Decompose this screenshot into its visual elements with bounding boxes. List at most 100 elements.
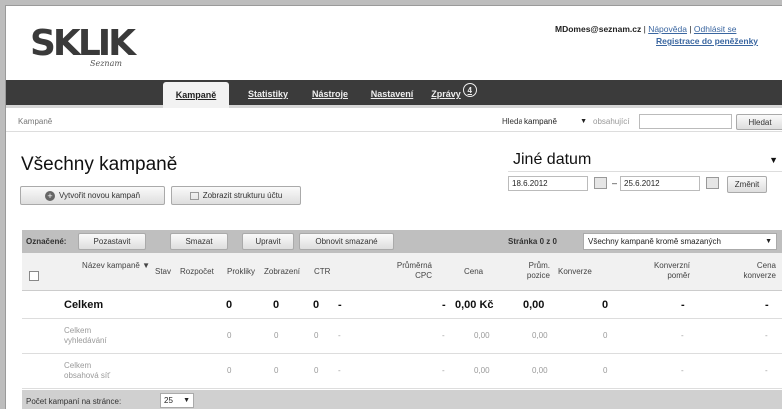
row-clicks: 0 <box>274 331 279 340</box>
column-header-avg-cpc[interactable]: Průměrná CPC <box>382 261 432 281</box>
date-range-separator: – <box>612 178 618 188</box>
row-conversion-price: - <box>765 331 768 340</box>
row-impressions: 0 <box>314 331 319 340</box>
change-date-button[interactable]: Změnit <box>727 176 767 193</box>
row-price: 0,00 <box>474 331 490 340</box>
logo-subtitle: Seznam <box>90 59 122 68</box>
row-cpc: - <box>442 331 445 340</box>
new-campaign-button[interactable]: + Vytvořit novou kampaň <box>20 186 165 205</box>
select-all-checkbox[interactable] <box>29 271 39 281</box>
row-conversions: 0 <box>603 366 608 375</box>
table-header: Název kampaně ▼ Stav Rozpočet Prokliky Z… <box>22 253 782 291</box>
search-input[interactable] <box>639 114 732 129</box>
row-conversion-rate: - <box>681 331 684 340</box>
search-scope-select[interactable]: kampaně ▼ <box>522 115 589 128</box>
bulk-action-bar: Označené: Pozastavit Smazat Upravit Obno… <box>22 230 782 253</box>
structure-icon <box>189 191 199 200</box>
help-link[interactable]: Nápověda <box>648 24 687 34</box>
row-ctr: - <box>338 331 341 340</box>
calendar-icon[interactable] <box>594 177 607 189</box>
row-position: 0,00 <box>532 366 548 375</box>
row-name: Celkem obsahová síť <box>64 361 111 380</box>
row-budget: 0 <box>227 331 232 340</box>
chevron-down-icon: ▼ <box>580 118 587 125</box>
chevron-down-icon: ▼ <box>765 238 772 245</box>
account-structure-button[interactable]: Zobrazit strukturu účtu <box>171 186 301 205</box>
row-position: 0,00 <box>523 299 545 311</box>
row-clicks: 0 <box>274 366 279 375</box>
main-nav: Kampaně Statistiky Nástroje Nastavení Zp… <box>6 80 782 108</box>
column-header-ctr[interactable]: CTR <box>314 267 330 277</box>
tab-campaigns[interactable]: Kampaně <box>163 82 229 108</box>
date-to-input[interactable]: 25.6.2012 <box>620 176 700 191</box>
row-name: Celkem <box>64 299 104 311</box>
new-campaign-label: Vytvořit novou kampaň <box>58 191 141 200</box>
tab-messages[interactable]: Zprávy 4 <box>426 80 482 108</box>
breadcrumb-bar: Kampaně Hledat kampaně ▼ obsahující Hled… <box>6 112 782 132</box>
row-name: Celkem vyhledávání <box>64 326 107 345</box>
column-header-budget[interactable]: Rozpočet <box>180 267 214 277</box>
tab-tools[interactable]: Nástroje <box>302 80 358 108</box>
column-header-conversion-rate[interactable]: Konverzní poměr <box>638 261 690 281</box>
search-button[interactable]: Hledat <box>736 114 782 130</box>
tab-settings[interactable]: Nastavení <box>364 80 420 108</box>
column-header-clicks[interactable]: Prokliky <box>227 267 255 277</box>
row-budget: 0 <box>227 366 232 375</box>
date-range-value: Jiné datum <box>513 151 592 168</box>
row-position: 0,00 <box>532 331 548 340</box>
app-window: SKLIK Seznam MDomes@seznam.cz | Nápověda… <box>5 5 782 409</box>
row-impressions: 0 <box>314 366 319 375</box>
table-row-total: Celkem 0 0 0 - - 0,00 Kč 0,00 0 - - <box>22 292 782 319</box>
plus-icon: + <box>44 190 55 201</box>
user-email: MDomes@seznam.cz <box>555 24 642 34</box>
column-header-impressions[interactable]: Zobrazení <box>264 267 300 277</box>
row-conversion-price: - <box>765 299 769 311</box>
row-impressions: 0 <box>313 299 320 311</box>
breadcrumb[interactable]: Kampaně <box>18 117 52 126</box>
per-page-label: Počet kampaní na stránce: <box>26 397 122 406</box>
campaign-filter-value: Všechny kampaně kromě smazaných <box>588 237 721 246</box>
row-conversion-rate: - <box>681 366 684 375</box>
row-price: 0,00 Kč <box>455 299 494 311</box>
messages-count-badge: 4 <box>462 83 477 97</box>
column-header-price[interactable]: Cena <box>464 267 483 277</box>
table-row-search: Celkem vyhledávání 0 0 0 - - 0,00 0,00 0… <box>22 319 782 354</box>
column-header-conversions[interactable]: Konverze <box>558 267 592 277</box>
date-range-select[interactable]: Jiné datum ▼ <box>508 150 782 172</box>
row-conversion-rate: - <box>681 299 685 311</box>
sklik-logo[interactable]: SKLIK <box>30 26 136 62</box>
date-from-input[interactable]: 18.6.2012 <box>508 176 588 191</box>
row-cpc: - <box>442 366 445 375</box>
tab-statistics[interactable]: Statistiky <box>240 80 296 108</box>
search-scope-value: kampaně <box>524 117 557 126</box>
search-contains-label: obsahující <box>593 117 630 126</box>
delete-button[interactable]: Smazat <box>170 233 228 250</box>
column-header-status[interactable]: Stav <box>155 267 171 277</box>
column-header-conversion-price[interactable]: Cena konverze <box>730 261 776 281</box>
column-header-name[interactable]: Název kampaně ▼ <box>80 261 150 271</box>
restore-deleted-button[interactable]: Obnovit smazané <box>299 233 394 250</box>
row-conversion-price: - <box>765 366 768 375</box>
chevron-down-icon: ▼ <box>183 397 190 404</box>
column-header-avg-position[interactable]: Prům. pozice <box>512 261 550 281</box>
table-footer: Počet kampaní na stránce: 25 ▼ <box>22 390 782 409</box>
per-page-value: 25 <box>164 396 173 405</box>
pause-button[interactable]: Pozastavit <box>78 233 146 250</box>
row-cpc: - <box>442 299 446 311</box>
register-wallet-link[interactable]: Registrace do peněženky <box>656 36 758 46</box>
page-title: Všechny kampaně <box>21 154 178 175</box>
per-page-select[interactable]: 25 ▼ <box>160 393 194 408</box>
row-ctr: - <box>338 366 341 375</box>
account-structure-label: Zobrazit strukturu účtu <box>202 191 283 200</box>
page-info: Stránka 0 z 0 <box>508 237 557 246</box>
calendar-icon[interactable] <box>706 177 719 189</box>
logout-link[interactable]: Odhlásit se <box>694 24 737 34</box>
row-budget: 0 <box>226 299 233 311</box>
row-conversions: 0 <box>602 299 609 311</box>
row-ctr: - <box>338 299 342 311</box>
campaign-filter-select[interactable]: Všechny kampaně kromě smazaných ▼ <box>583 233 777 250</box>
chevron-down-icon: ▼ <box>769 155 778 165</box>
edit-button[interactable]: Upravit <box>242 233 294 250</box>
row-clicks: 0 <box>273 299 280 311</box>
table-row-content-network: Celkem obsahová síť 0 0 0 - - 0,00 0,00 … <box>22 354 782 389</box>
